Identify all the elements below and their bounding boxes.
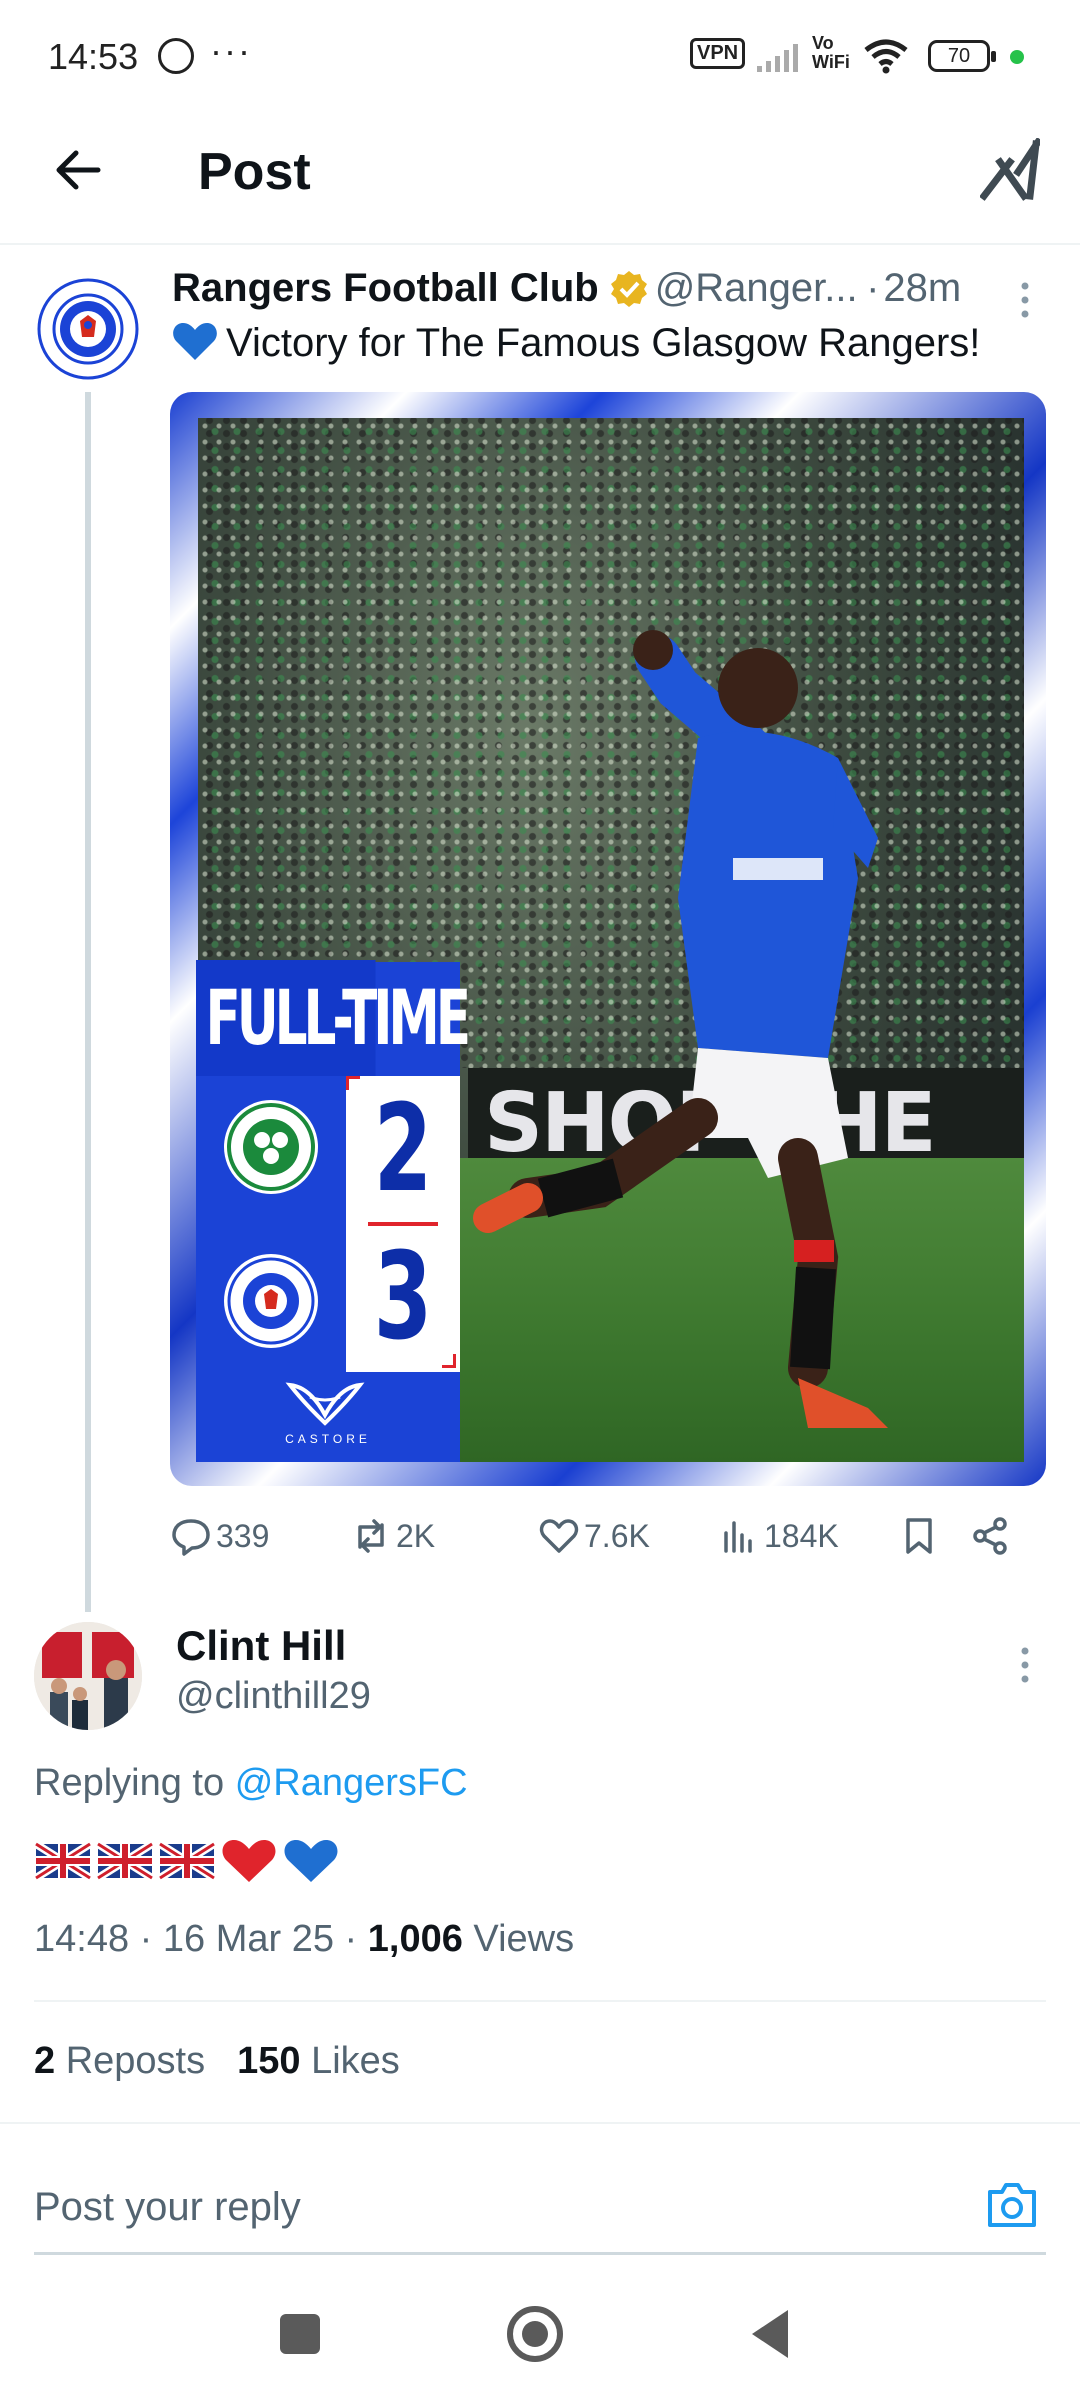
views-button[interactable]: 184K — [718, 1508, 839, 1564]
grok-icon[interactable] — [980, 138, 1040, 202]
back-button[interactable] — [752, 2310, 788, 2358]
reply-date: 16 Mar 25 — [162, 1918, 334, 1960]
celtic-crest-icon — [224, 1100, 318, 1194]
vowifi-line1: Vo — [812, 33, 834, 53]
camera-icon[interactable] — [984, 2180, 1040, 2230]
signal-icon — [757, 44, 798, 72]
battery-icon: 70 — [928, 40, 996, 72]
page-title: Post — [198, 143, 311, 201]
reposts-stat[interactable]: 2 Reposts — [34, 2040, 205, 2082]
blue-heart-icon — [284, 1840, 338, 1882]
full-time-title: FULL-TIME — [196, 960, 471, 1076]
reply-composer — [34, 2172, 1046, 2252]
reply-icon — [172, 1519, 210, 1556]
verified-badge-icon — [610, 270, 647, 307]
views-count: 184K — [764, 1517, 839, 1554]
reposts-label: Reposts — [65, 2040, 206, 2082]
composer-underline — [34, 2252, 1046, 2255]
more-options-icon[interactable] — [1010, 280, 1040, 320]
likes-stat[interactable]: 150 Likes — [237, 2040, 400, 2082]
score-corner-bottom — [442, 1354, 456, 1368]
player-figure — [473, 630, 888, 1428]
castore-logo-icon — [285, 1382, 365, 1426]
author-handle[interactable]: @Ranger... — [655, 266, 858, 310]
score-home: 2 — [373, 1080, 433, 1219]
status-time: 14:53 — [48, 36, 139, 77]
reply-views-count: 1,006 — [367, 1918, 463, 1960]
post-time: 28m — [883, 266, 962, 310]
like-count: 7.6K — [584, 1517, 650, 1554]
whatsapp-icon — [158, 38, 194, 74]
system-nav-bar — [0, 2270, 1080, 2400]
replying-label: Replying to — [34, 1762, 225, 1804]
rangers-crest-icon — [224, 1254, 318, 1348]
post-header: Rangers Football Club @Ranger... · 28m — [172, 266, 1052, 326]
repost-count: 2K — [396, 1517, 436, 1554]
back-arrow-icon[interactable] — [48, 140, 108, 200]
replying-handle-link[interactable]: @RangersFC — [235, 1762, 468, 1804]
avatar[interactable] — [34, 1622, 142, 1730]
reply-stats: 2 Reposts 150 Likes — [34, 2040, 400, 2083]
reposts-count: 2 — [34, 2040, 56, 2082]
reply-meta: 14:48 · 16 Mar 25 · 1,006 Views — [34, 1918, 574, 1961]
red-heart-icon — [222, 1840, 276, 1882]
heart-icon — [539, 1519, 579, 1553]
repost-button[interactable]: 2K — [350, 1508, 435, 1564]
meta-separator: · — [333, 1918, 368, 1960]
recents-button[interactable] — [280, 2314, 320, 2354]
more-options-icon[interactable] — [1010, 1645, 1040, 1685]
uk-flag-icon — [96, 1840, 154, 1882]
post-actions: 339 2K 7.6K 184K — [170, 1508, 1050, 1568]
reply-author-handle[interactable]: @clinthill29 — [176, 1675, 371, 1718]
post-text-content: Victory for The Famous Glasgow Rangers! — [226, 321, 981, 365]
reply-count: 339 — [216, 1517, 270, 1554]
reply-input[interactable] — [34, 2172, 934, 2242]
like-button[interactable]: 7.6K — [538, 1508, 650, 1564]
reply-author-name[interactable]: Clint Hill — [176, 1622, 346, 1670]
thread-line — [85, 392, 91, 1612]
reply-views-label: Views — [473, 1918, 575, 1960]
bookmark-icon — [906, 1518, 932, 1554]
post-image[interactable]: SHOP THE FULL-TIME 2 3 CASTORE — [170, 392, 1046, 1486]
share-button[interactable] — [970, 1508, 1016, 1564]
vpn-badge: VPN — [690, 38, 746, 69]
vowifi-indicator: Vo WiFi — [812, 34, 850, 72]
top-bar: Post — [0, 110, 1080, 245]
blue-heart-icon — [173, 323, 217, 360]
castore-wordmark: CASTORE — [285, 1432, 371, 1446]
reply-time: 14:48 — [34, 1918, 130, 1960]
home-button[interactable] — [507, 2306, 563, 2362]
divider — [0, 2122, 1080, 2124]
views-chart-icon — [724, 1521, 752, 1553]
status-bar: 14:53 ··· VPN Vo WiFi 70 — [0, 0, 1080, 110]
share-icon — [973, 1517, 1007, 1555]
uk-flag-icon — [34, 1840, 92, 1882]
vowifi-line2: WiFi — [812, 52, 850, 72]
likes-label: Likes — [311, 2040, 400, 2082]
uk-flag-icon — [158, 1840, 216, 1882]
score-away: 3 — [373, 1228, 433, 1367]
privacy-indicator-dot — [1010, 50, 1024, 64]
reply-button[interactable]: 339 — [170, 1508, 269, 1564]
replying-to: Replying to @RangersFC — [34, 1762, 468, 1805]
author-name[interactable]: Rangers Football Club — [172, 266, 599, 310]
reply-text — [34, 1836, 340, 1892]
bookmark-button[interactable] — [898, 1508, 944, 1564]
avatar[interactable] — [34, 275, 142, 383]
divider — [34, 2000, 1046, 2002]
wifi-icon — [864, 39, 908, 74]
repost-icon — [358, 1519, 384, 1553]
separator-dot: · — [866, 266, 880, 310]
meta-separator: · — [129, 1918, 163, 1960]
more-notifications-icon: ··· — [210, 30, 252, 71]
post-text: Victory for The Famous Glasgow Rangers! — [172, 320, 1052, 366]
score-corner-top — [346, 1076, 360, 1090]
likes-count: 150 — [237, 2040, 301, 2082]
